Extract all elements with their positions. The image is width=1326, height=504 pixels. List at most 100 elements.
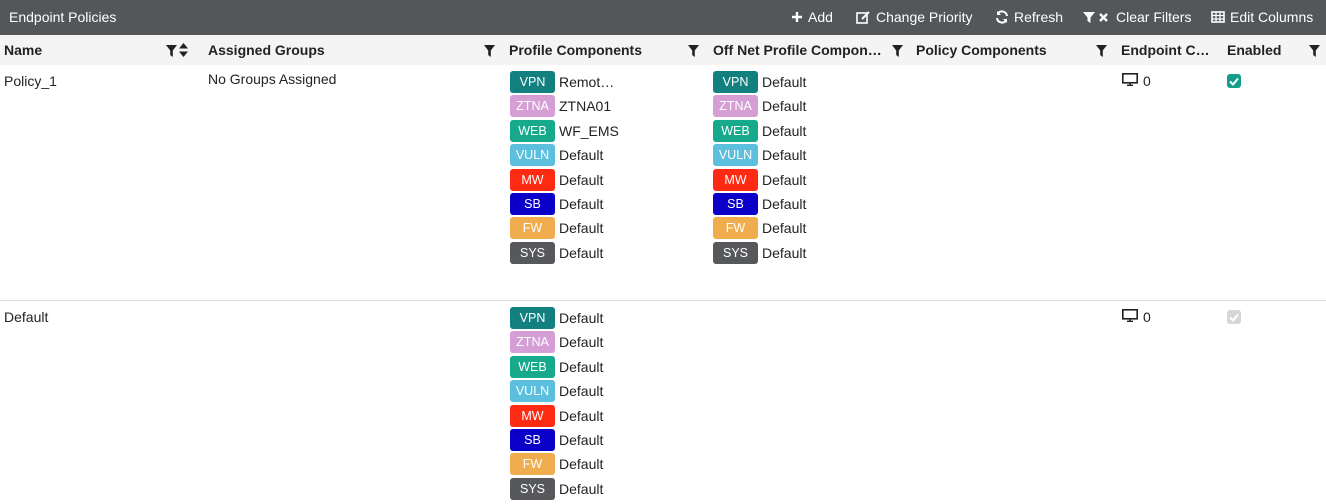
component-value: Default xyxy=(559,408,604,424)
component-badge[interactable]: SB xyxy=(713,193,758,215)
component-badge[interactable]: FW xyxy=(510,453,555,475)
toolbar: Endpoint Policies Add Change Priority Re… xyxy=(0,0,1326,35)
profile-component[interactable]: VPN Remot… xyxy=(510,71,614,93)
profile-component[interactable]: WEB WF_EMS xyxy=(510,120,619,142)
component-badge[interactable]: MW xyxy=(713,169,758,191)
profile-component[interactable]: SYS Default xyxy=(510,478,603,500)
component-badge[interactable]: VPN xyxy=(510,71,555,93)
table-row[interactable]: Default VPN Default ZTNA Default WEB Defaul… xyxy=(0,301,1326,504)
profile-component[interactable]: SB Default xyxy=(510,429,603,451)
filter-icon[interactable] xyxy=(1309,44,1320,60)
endpoint-count[interactable]: 0 xyxy=(1122,309,1151,325)
profile-component[interactable]: ZTNA Default xyxy=(510,331,603,353)
profile-component[interactable]: VULN Default xyxy=(510,144,603,166)
off-net-component[interactable]: SB Default xyxy=(713,193,806,215)
off-net-component[interactable]: MW Default xyxy=(713,169,806,191)
component-badge[interactable]: SB xyxy=(510,193,555,215)
column-header-assigned-groups[interactable]: Assigned Groups xyxy=(208,42,325,58)
page-title: Endpoint Policies xyxy=(9,9,117,25)
off-net-component[interactable]: ZTNA Default xyxy=(713,95,806,117)
change-priority-button[interactable]: Change Priority xyxy=(856,9,973,25)
column-header-profile-components[interactable]: Profile Components xyxy=(509,42,642,58)
component-value: WF_EMS xyxy=(559,123,619,139)
component-badge[interactable]: WEB xyxy=(510,356,555,378)
component-badge[interactable]: FW xyxy=(510,217,555,239)
component-badge[interactable]: SB xyxy=(510,429,555,451)
component-value: Default xyxy=(559,172,604,188)
column-header-name[interactable]: Name xyxy=(4,42,42,58)
filter-icon[interactable] xyxy=(166,44,177,60)
edit-icon xyxy=(856,10,871,24)
component-badge[interactable]: VULN xyxy=(510,144,555,166)
refresh-label: Refresh xyxy=(1014,9,1064,25)
table-row[interactable]: Policy_1 No Groups Assigned VPN Remot… ZT… xyxy=(0,65,1326,301)
profile-component[interactable]: VULN Default xyxy=(510,380,603,402)
add-button[interactable]: Add xyxy=(791,9,833,25)
profile-component[interactable]: WEB Default xyxy=(510,356,603,378)
profile-component[interactable]: SYS Default xyxy=(510,242,603,264)
component-badge[interactable]: VULN xyxy=(510,380,555,402)
profile-component[interactable]: ZTNA ZTNA01 xyxy=(510,95,611,117)
filter-icon[interactable] xyxy=(892,44,903,60)
clear-filters-label: Clear Filters xyxy=(1116,9,1192,25)
endpoint-count-value: 0 xyxy=(1143,73,1151,89)
component-badge[interactable]: WEB xyxy=(510,120,555,142)
component-badge[interactable]: SYS xyxy=(510,478,555,500)
column-header-endpoint-count[interactable]: Endpoint C… xyxy=(1121,42,1213,58)
filter-icon[interactable] xyxy=(688,44,699,60)
endpoint-count[interactable]: 0 xyxy=(1122,73,1151,89)
component-badge[interactable]: ZTNA xyxy=(510,331,555,353)
column-header-policy-components[interactable]: Policy Components xyxy=(916,42,1047,58)
component-badge[interactable]: MW xyxy=(510,169,555,191)
profile-component[interactable]: FW Default xyxy=(510,453,603,475)
profile-component[interactable]: SB Default xyxy=(510,193,603,215)
enabled-checkbox[interactable] xyxy=(1227,74,1241,88)
off-net-component[interactable]: WEB Default xyxy=(713,120,806,142)
off-net-component[interactable]: FW Default xyxy=(713,217,806,239)
profile-component[interactable]: MW Default xyxy=(510,169,603,191)
profile-component[interactable]: MW Default xyxy=(510,405,603,427)
component-badge[interactable]: WEB xyxy=(713,120,758,142)
profile-component[interactable]: FW Default xyxy=(510,217,603,239)
change-priority-label: Change Priority xyxy=(876,9,973,25)
edit-columns-label: Edit Columns xyxy=(1230,9,1314,25)
assigned-groups: No Groups Assigned xyxy=(208,71,337,87)
column-header-enabled[interactable]: Enabled xyxy=(1227,42,1281,58)
off-net-component[interactable]: VULN Default xyxy=(713,144,806,166)
checkmark-icon xyxy=(1229,77,1239,86)
monitor-icon xyxy=(1122,73,1138,89)
off-net-component[interactable]: SYS Default xyxy=(713,242,806,264)
component-badge[interactable]: VPN xyxy=(713,71,758,93)
profile-component[interactable]: VPN Default xyxy=(510,307,603,329)
refresh-icon xyxy=(995,10,1009,24)
policy-name[interactable]: Default xyxy=(4,309,48,325)
component-badge[interactable]: SYS xyxy=(510,242,555,264)
filter-clear-icon xyxy=(1083,11,1111,24)
off-net-component[interactable]: VPN Default xyxy=(713,71,806,93)
component-badge[interactable]: SYS xyxy=(713,242,758,264)
component-value: Default xyxy=(762,196,807,212)
component-badge[interactable]: ZTNA xyxy=(510,95,555,117)
table-icon xyxy=(1211,11,1225,23)
component-value: Default xyxy=(559,147,604,163)
component-value: Default xyxy=(559,245,604,261)
component-badge[interactable]: ZTNA xyxy=(713,95,758,117)
component-badge[interactable]: MW xyxy=(510,405,555,427)
policy-name[interactable]: Policy_1 xyxy=(4,73,57,89)
component-badge[interactable]: VPN xyxy=(510,307,555,329)
sort-icon[interactable] xyxy=(179,43,188,60)
filter-icon[interactable] xyxy=(1096,44,1107,60)
enabled-checkbox-disabled xyxy=(1227,310,1241,324)
column-header-off-net-profile-components[interactable]: Off Net Profile Compon… xyxy=(713,42,885,58)
component-badge[interactable]: VULN xyxy=(713,144,758,166)
clear-filters-button[interactable]: Clear Filters xyxy=(1083,9,1191,25)
edit-columns-button[interactable]: Edit Columns xyxy=(1211,9,1313,25)
component-value: Default xyxy=(559,334,604,350)
filter-icon[interactable] xyxy=(484,44,495,60)
component-value: Default xyxy=(762,123,807,139)
monitor-icon xyxy=(1122,309,1138,325)
component-badge[interactable]: FW xyxy=(713,217,758,239)
plus-icon xyxy=(791,11,803,23)
component-value: ZTNA01 xyxy=(559,98,612,114)
refresh-button[interactable]: Refresh xyxy=(995,9,1063,25)
